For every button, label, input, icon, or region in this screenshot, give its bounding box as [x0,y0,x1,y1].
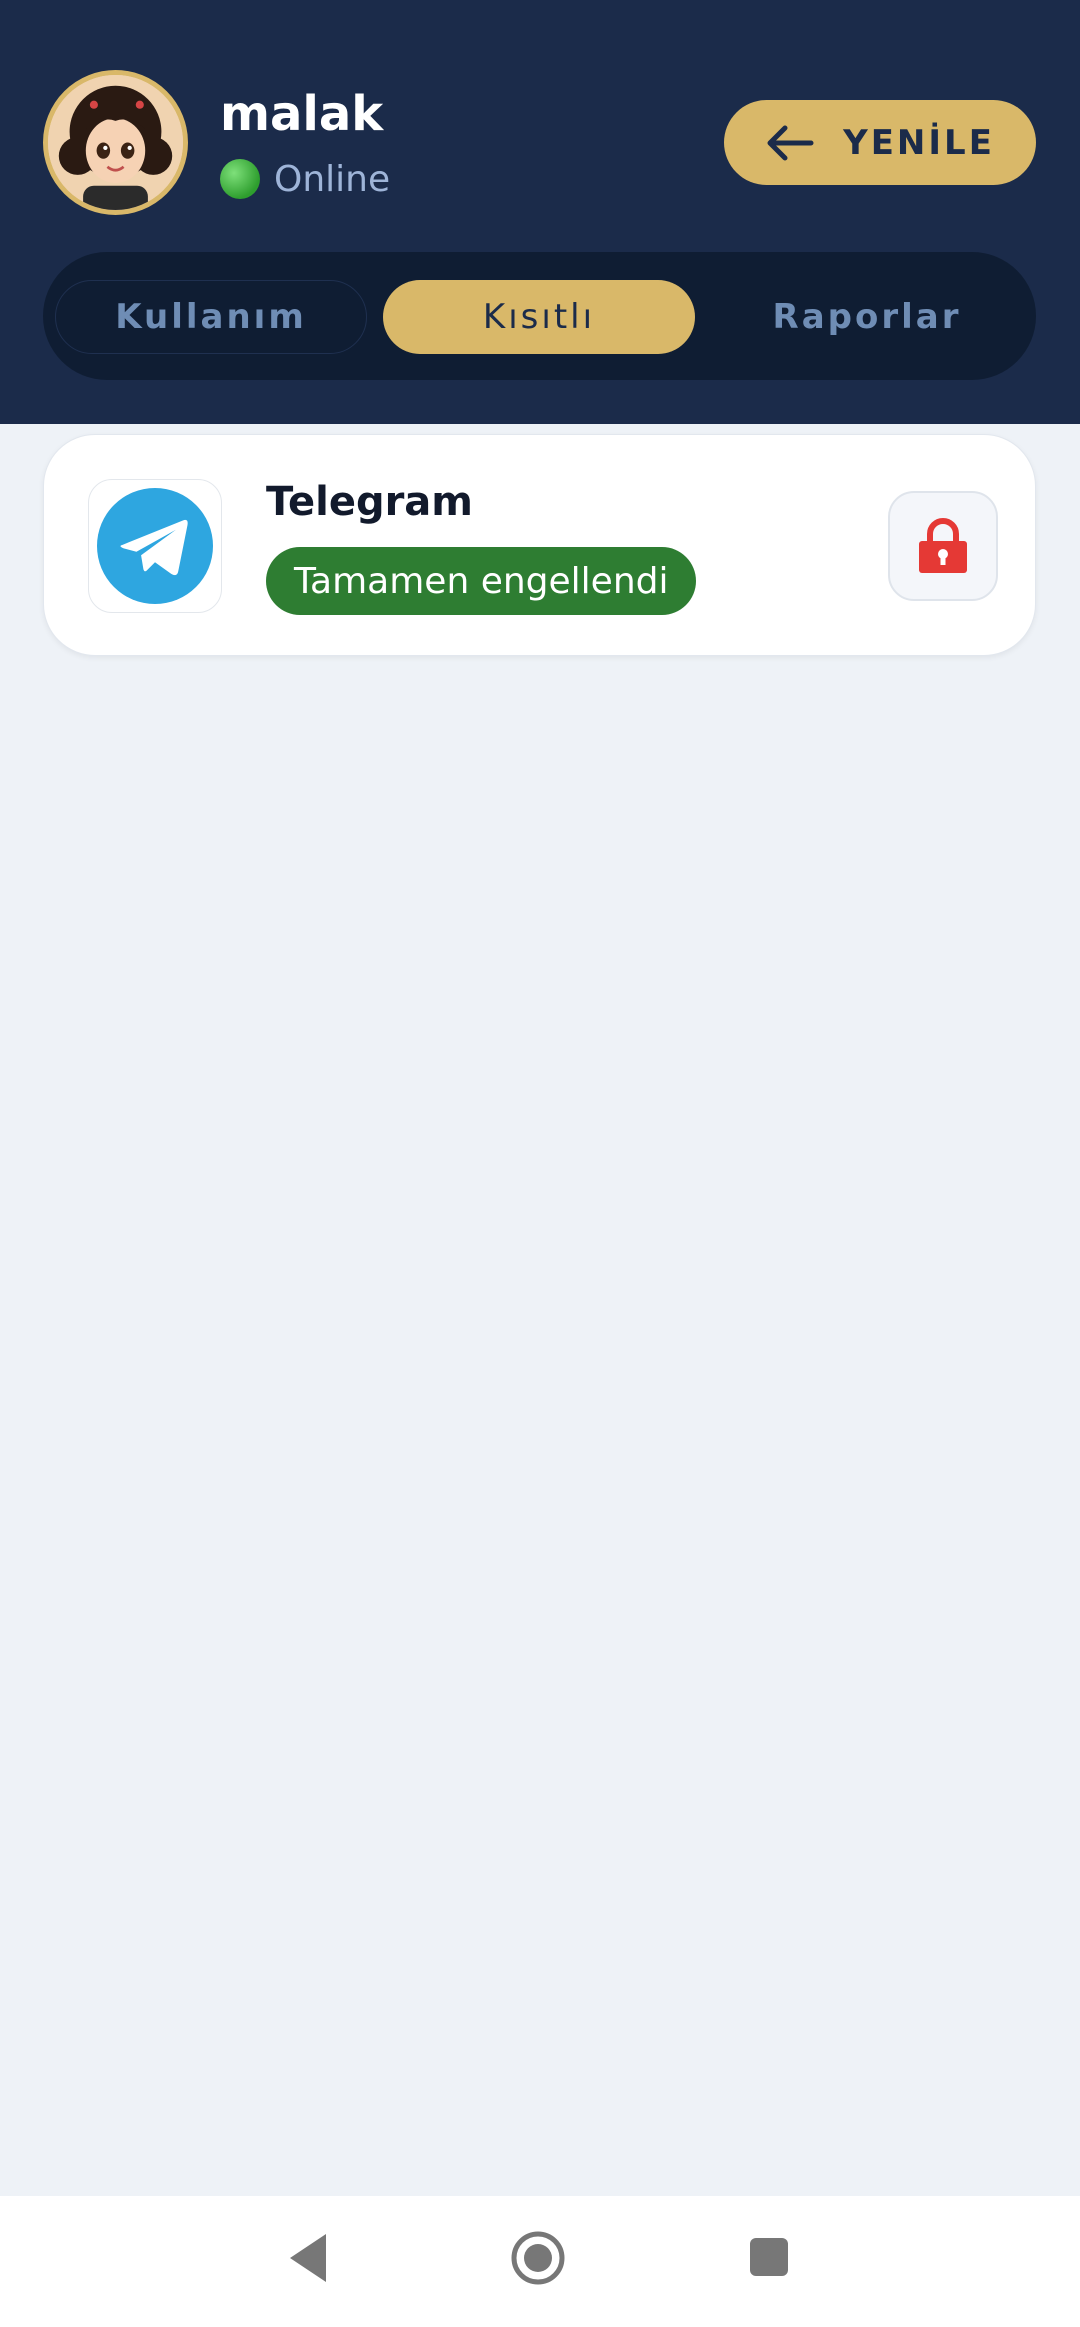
tab-reports[interactable]: Raporlar [711,280,1023,354]
online-dot-icon [220,159,260,199]
avatar[interactable] [43,70,188,215]
online-status: Online [220,156,390,202]
lock-icon [919,518,967,573]
app-restriction-card[interactable]: Telegram Tamamen engellendi [43,434,1036,656]
arrow-left-icon [767,125,814,160]
avatar-illustration [48,75,183,210]
status-label: Online [274,158,391,200]
tab-bar: Kullanım Kısıtlı Raporlar [43,252,1036,380]
status-badge: Tamamen engellendi [266,547,697,615]
tab-restricted[interactable]: Kısıtlı [383,280,695,354]
home-circle-icon[interactable] [510,2230,566,2286]
telegram-icon [97,488,213,604]
refresh-button[interactable]: YENİLE [724,100,1036,185]
app-header: malak Online YENİLE Kullanım Kısıtlı Rap… [0,0,1080,424]
refresh-label: YENİLE [843,122,995,163]
app-icon-container [88,479,222,613]
username: malak [220,86,384,142]
back-triangle-icon[interactable] [288,2232,328,2284]
tab-usage[interactable]: Kullanım [55,280,367,354]
recents-square-icon[interactable] [750,2238,788,2276]
app-name: Telegram [266,479,473,525]
system-navigation-bar [0,2196,1080,2327]
lock-button[interactable] [888,491,998,601]
